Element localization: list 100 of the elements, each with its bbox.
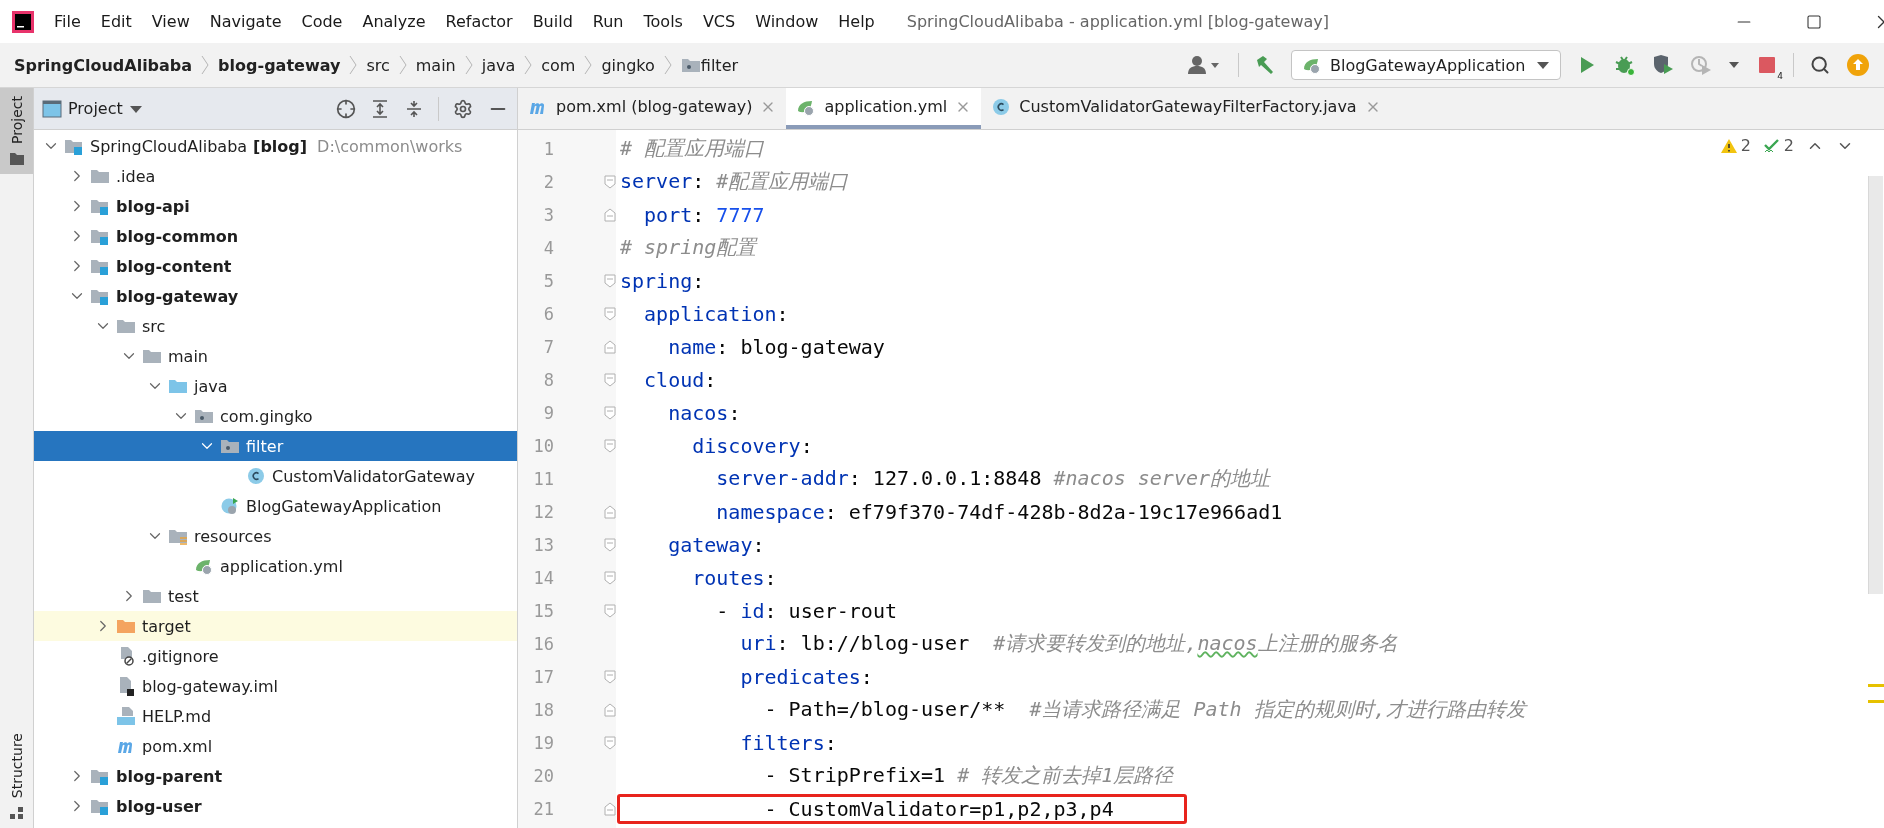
line-number: 5 — [542, 270, 554, 291]
tree-item[interactable]: blog-gateway — [34, 281, 517, 311]
typos-counter[interactable]: 2 — [1762, 136, 1794, 155]
breadcrumb[interactable]: main — [415, 55, 456, 75]
caret-icon — [1536, 60, 1550, 70]
code-line: namespace: ef79f370-74df-428b-8d2a-19c17e966ad1 — [715, 498, 1284, 526]
settings-icon[interactable] — [453, 98, 473, 119]
count-label: 4 — [1777, 71, 1783, 81]
editor-tab[interactable]: CustomValidatorGatewayFilterFactory.java — [981, 88, 1391, 129]
menu-item[interactable]: Edit — [100, 12, 132, 31]
tree-item[interactable]: .gitignore — [34, 641, 517, 671]
locate-icon[interactable] — [336, 98, 356, 119]
breadcrumb[interactable]: src — [366, 55, 390, 75]
menu-item[interactable]: Window — [755, 12, 819, 31]
caret-icon[interactable] — [1728, 61, 1740, 69]
tree-item[interactable]: .idea — [34, 161, 517, 191]
tree-item[interactable]: BlogGatewayApplication — [34, 491, 517, 521]
menu-item[interactable]: Navigate — [209, 12, 282, 31]
tree-item[interactable]: filter — [34, 431, 517, 461]
tool-window-tab[interactable]: Structure — [0, 724, 33, 828]
breadcrumb[interactable]: blog-gateway — [218, 55, 341, 75]
breadcrumb[interactable]: SpringCloudAlibaba — [14, 55, 193, 75]
tree-item[interactable]: com.gingko — [34, 401, 517, 431]
menu-item[interactable]: VCS — [702, 12, 736, 31]
tree-item[interactable]: blog-content — [34, 251, 517, 281]
tree-item[interactable]: blog-user — [34, 791, 517, 821]
tree-item[interactable]: blog-common — [34, 221, 517, 251]
line-number: 20 — [532, 765, 554, 786]
line-number: 17 — [532, 666, 554, 687]
menu-item[interactable]: Build — [532, 12, 573, 31]
tree-item[interactable]: blog-parent — [34, 761, 517, 791]
menu-item[interactable]: File — [54, 12, 81, 31]
warning-stripe — [1868, 684, 1884, 687]
tree-item[interactable]: application.yml — [34, 551, 517, 581]
breadcrumb[interactable]: gingko — [601, 55, 655, 75]
tree-item[interactable]: resources — [34, 521, 517, 551]
item-label: src — [142, 316, 166, 336]
tree-item[interactable]: main — [34, 341, 517, 371]
coverage-icon[interactable] — [1652, 54, 1674, 76]
menu-item[interactable]: View — [151, 12, 190, 31]
panel-title-dropdown[interactable]: Project — [42, 99, 143, 118]
separator-icon — [348, 54, 359, 76]
item-label: application.yml — [220, 556, 343, 576]
expand-all-icon[interactable] — [370, 98, 390, 119]
tree-item[interactable]: java — [34, 371, 517, 401]
code-line: port: 7777 — [643, 201, 766, 229]
separator-icon — [397, 54, 408, 76]
code-line: server-addr: 127.0.0.1:8848 #nacos server的地址 — [715, 465, 1272, 492]
tree-item[interactable]: SpringCloudAlibaba [blog] D:\common\works — [34, 131, 517, 161]
item-label: com.gingko — [220, 406, 313, 426]
line-number: 11 — [532, 468, 554, 489]
item-label: filter — [246, 436, 284, 456]
debug-icon[interactable] — [1614, 54, 1636, 76]
item-label: blog-parent — [116, 766, 223, 786]
line-number: 2 — [542, 171, 554, 192]
breadcrumb[interactable]: com — [541, 55, 576, 75]
menu-item[interactable]: Help — [838, 12, 875, 31]
collapse-all-icon[interactable] — [404, 98, 424, 119]
tree-item[interactable]: src — [34, 311, 517, 341]
menu-item[interactable]: Tools — [643, 12, 683, 31]
breadcrumb[interactable]: java — [481, 55, 516, 75]
item-label: blog-api — [116, 196, 190, 216]
code-line: name: blog-gateway — [667, 333, 886, 361]
editor-tab[interactable]: application.yml — [786, 88, 982, 129]
line-number: 15 — [532, 600, 554, 621]
code-line: application: — [643, 300, 790, 328]
code-line: predicates: — [739, 663, 874, 691]
code-line: # 配置应用端口 — [619, 135, 766, 162]
separator-icon — [583, 54, 594, 76]
window-title: SpringCloudAlibaba - application.yml [blog-gateway] — [906, 12, 1329, 31]
menu-item[interactable]: Refactor — [445, 12, 513, 31]
tree-item[interactable]: target — [34, 611, 517, 641]
markdown-file-icon — [116, 706, 136, 726]
tree-item[interactable]: pom.xml — [34, 731, 517, 761]
run-configuration-dropdown[interactable]: BlogGatewayApplication — [1291, 50, 1561, 80]
breadcrumb[interactable]: filter — [700, 55, 739, 75]
editor-tab[interactable]: pom.xml (blog-gateway) — [518, 88, 787, 129]
tree-item[interactable]: HELP.md — [34, 701, 517, 731]
tree-item[interactable]: test — [34, 581, 517, 611]
menu-item[interactable]: Run — [592, 12, 624, 31]
stop-icon[interactable] — [1758, 56, 1776, 74]
tree-item[interactable]: blog-gateway.iml — [34, 671, 517, 701]
code-line: - StripPrefix=1 # 转发之前去掉1层路径 — [763, 762, 1175, 789]
line-number: 1 — [542, 138, 554, 159]
warnings-counter[interactable]: 2 — [1719, 136, 1751, 155]
restore-icon[interactable] — [1806, 13, 1822, 30]
menu-item[interactable]: Analyze — [362, 12, 426, 31]
item-label: .gitignore — [142, 646, 219, 666]
item-label: blog-common — [116, 226, 239, 246]
menu-item[interactable]: Code — [301, 12, 343, 31]
line-number: 18 — [532, 699, 554, 720]
line-number: 21 — [532, 798, 554, 819]
tree-item[interactable]: blog-api — [34, 191, 517, 221]
scrollbar-thumb[interactable] — [1868, 176, 1883, 594]
code-line: - Path=/blog-user/** #当请求路径满足 Path 指定的规则时,才进行路由转发 — [763, 696, 1529, 723]
app-logo-icon — [10, 8, 36, 35]
code-line: uri: lb://blog-user #请求要转发到的地址,nacos上注册的服务名 — [739, 630, 1399, 657]
code-line: discovery: — [691, 432, 814, 460]
tool-window-tab[interactable]: Project — [0, 88, 33, 174]
tree-item[interactable]: CustomValidatorGateway — [34, 461, 517, 491]
